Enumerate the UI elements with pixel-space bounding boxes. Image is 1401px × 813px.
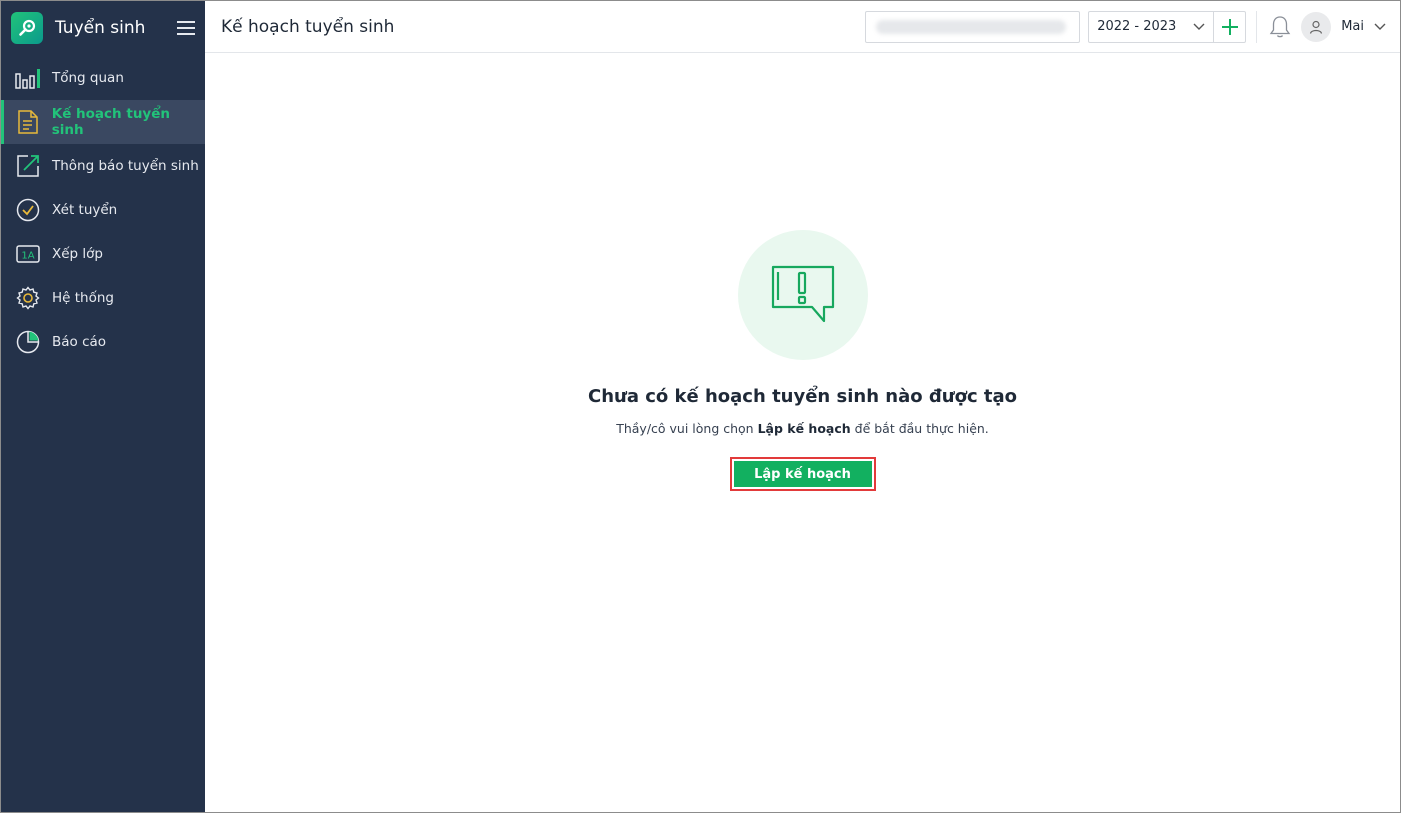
user-name: Mai: [1341, 19, 1364, 34]
chevron-down-icon: [1374, 23, 1386, 30]
empty-state-description: Thầy/cô vui lòng chọn Lập kế hoạch để bắ…: [616, 421, 989, 436]
app-title: Tuyển sinh: [55, 17, 146, 38]
add-school-year-button[interactable]: [1213, 11, 1245, 42]
sidebar-item-bao-cao[interactable]: Báo cáo: [1, 320, 205, 364]
page-title: Kế hoạch tuyển sinh: [221, 16, 395, 37]
user-menu[interactable]: Mai: [1301, 11, 1386, 42]
empty-state-illustration: [737, 230, 868, 360]
sidebar-item-tong-quan[interactable]: Tổng quan: [1, 56, 205, 100]
sidebar-item-label: Xét tuyển: [52, 202, 118, 218]
brand: Tuyển sinh: [1, 1, 205, 54]
check-circle-icon: [15, 197, 41, 223]
bar-chart-icon: [15, 65, 41, 91]
plus-icon: [1221, 18, 1238, 35]
app-window: Tuyển sinh Tổng quan Kế hoạch tuyển sinh…: [0, 0, 1401, 813]
app-logo-icon: [11, 11, 43, 44]
alert-message-icon: [771, 265, 834, 323]
school-selector[interactable]: [865, 10, 1081, 43]
sidebar-item-xet-tuyen[interactable]: Xét tuyển: [1, 188, 205, 232]
create-plan-button-label: Lập kế hoạch: [733, 461, 872, 487]
sidebar-item-label: Kế hoạch tuyển sinh: [51, 106, 170, 138]
sidebar: Tuyển sinh Tổng quan Kế hoạch tuyển sinh…: [1, 1, 205, 812]
school-year-selector[interactable]: 2022 - 2023: [1088, 10, 1247, 43]
sidebar-item-label: Thông báo tuyển sinh: [52, 158, 199, 174]
top-header: Kế hoạch tuyển sinh 2022 - 2023 Mai: [205, 1, 1400, 53]
sidebar-item-label: Xếp lớp: [52, 246, 103, 262]
sidebar-item-label: Tổng quan: [52, 70, 124, 86]
main-content: Chưa có kế hoạch tuyển sinh nào được tạo…: [205, 53, 1400, 812]
sidebar-item-he-thong[interactable]: Hệ thống: [1, 276, 205, 320]
pie-chart-icon: [15, 329, 41, 355]
class-1a-icon: 1A: [15, 241, 41, 267]
empty-state-title: Chưa có kế hoạch tuyển sinh nào được tạo: [587, 386, 1017, 407]
menu-toggle-icon[interactable]: [177, 20, 195, 35]
arrow-up-right-icon: [15, 153, 41, 179]
header-divider: [1256, 10, 1258, 43]
svg-text:1A: 1A: [21, 251, 34, 262]
sidebar-item-xep-lop[interactable]: 1A Xếp lớp: [1, 232, 205, 276]
desc-bold: Lập kế hoạch: [757, 421, 851, 436]
sidebar-item-ke-hoach-tuyen-sinh[interactable]: Kế hoạch tuyển sinh: [1, 100, 205, 144]
create-plan-button[interactable]: Lập kế hoạch: [729, 457, 876, 491]
gear-icon: [15, 285, 41, 311]
desc-prefix: Thầy/cô vui lòng chọn: [616, 421, 758, 436]
empty-state: Chưa có kế hoạch tuyển sinh nào được tạo…: [205, 230, 1400, 491]
document-icon: [15, 109, 41, 135]
school-name-redacted: [876, 19, 1067, 34]
sidebar-item-thong-bao-tuyen-sinh[interactable]: Thông báo tuyển sinh: [1, 144, 205, 188]
chevron-down-icon[interactable]: [1185, 23, 1213, 31]
avatar: [1301, 11, 1332, 42]
desc-suffix: để bắt đầu thực hiện.: [850, 421, 989, 436]
school-year-value: 2022 - 2023: [1097, 19, 1177, 34]
sidebar-item-label: Báo cáo: [52, 334, 107, 350]
sidebar-item-label: Hệ thống: [52, 290, 114, 306]
sidebar-nav: Tổng quan Kế hoạch tuyển sinh Thông báo …: [1, 56, 205, 364]
notification-bell-icon[interactable]: [1267, 14, 1293, 40]
user-icon: [1310, 20, 1323, 34]
